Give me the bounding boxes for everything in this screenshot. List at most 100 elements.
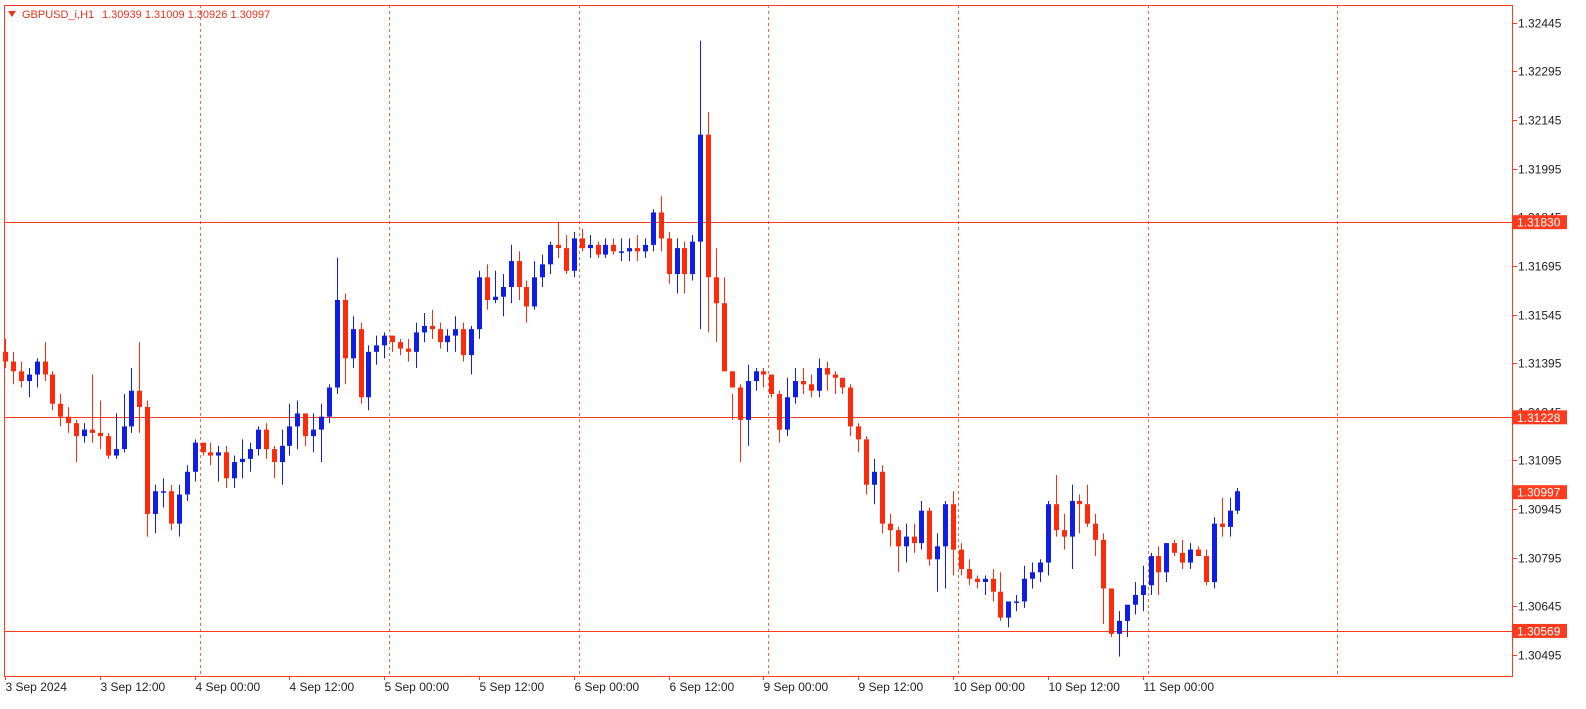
candle-body [1164,543,1169,573]
candle-body [224,452,229,479]
candle-body [272,449,277,463]
symbol-label: GBPUSD_i,H1 [22,9,94,21]
candle-body [493,296,498,300]
candle-body [311,429,316,437]
price-tick-label: 1.30945 [1518,503,1562,517]
candle-body [43,361,48,375]
candle-body [303,413,308,437]
candle-body [287,426,292,446]
candle-body [888,523,893,531]
candle-body [453,329,458,336]
level-price-badge: 1.30569 [1517,624,1561,638]
candle-body [232,462,237,479]
candle-body [1235,491,1240,511]
candle-body [295,413,300,427]
time-tick-label: 9 Sep 00:00 [764,680,829,694]
candle-body [809,384,814,391]
candle-body [730,371,735,388]
candle-body [27,374,32,382]
candle-body [90,429,95,433]
candle-body [422,325,427,333]
candle-body [1046,504,1051,563]
plot-border [4,5,1513,677]
level-price-badge: 1.31228 [1517,411,1561,425]
candle-body [137,390,142,407]
time-tick-label: 9 Sep 12:00 [859,680,924,694]
candle-body [572,238,577,271]
candle-body [129,390,134,427]
candle-body [248,449,253,459]
candle-body [390,335,395,343]
candle-body [548,244,553,265]
candle-body [35,361,40,375]
candle-body [66,416,71,424]
candle-body [1149,556,1154,586]
level-price-badge: 1.31830 [1517,216,1561,230]
candle-body [1228,510,1233,527]
candle-body [856,426,861,440]
candle-body [1030,572,1035,579]
candle-body [524,287,529,307]
candle-body [580,238,585,249]
candle-body [706,134,711,278]
candle-body [201,442,206,453]
candle-body [833,374,838,378]
candle-body [469,329,474,356]
candle-body [19,371,24,382]
collapse-triangle-icon[interactable] [8,11,16,17]
candle-body [675,248,680,275]
candle-body [50,374,55,404]
candle-body [659,212,664,239]
candle-body [603,244,608,255]
candle-body [3,351,8,362]
candle-body [556,244,561,249]
candle-body [430,325,435,330]
price-tick-label: 1.32445 [1518,17,1562,31]
candle-body [651,212,656,245]
candle-body [912,536,917,544]
candle-body [1204,556,1209,582]
price-chart[interactable]: 1.30495 1.30645 1.30795 1.30945 1.31095 1.312… [0,0,1586,709]
candle-body [216,452,221,456]
candle-body [1070,500,1075,537]
time-tick-label: 6 Sep 12:00 [670,680,735,694]
price-tick-label: 1.31395 [1518,357,1562,371]
candle-body [927,510,932,560]
candle-body [485,277,490,300]
candle-body [114,449,119,456]
price-tick-label: 1.32295 [1518,65,1562,79]
candle-body [785,397,790,430]
candle-body [1038,562,1043,573]
price-axis[interactable]: 1.30495 1.30645 1.30795 1.30945 1.31095 1.312… [1512,17,1567,663]
candle-body [1141,585,1146,595]
candle-body [943,504,948,547]
candle-body [1085,504,1090,524]
candle-body [517,261,522,288]
candle-body [596,244,601,255]
candle-body [1133,594,1138,605]
candle-body [1014,601,1019,603]
time-tick-label: 10 Sep 12:00 [1049,680,1121,694]
candle-body [540,264,545,278]
candle-body [1125,604,1130,621]
candle-body [161,491,166,493]
candle-body [825,368,830,375]
candle-body [477,277,482,330]
price-tick-label: 1.30645 [1518,600,1562,614]
candle-body [1172,543,1177,553]
time-tick-label: 10 Sep 00:00 [954,680,1026,694]
price-tick-label: 1.30495 [1518,649,1562,663]
candle-body [1077,500,1082,505]
candle-body [1093,523,1098,540]
candle-body [1196,549,1201,557]
candle-body [1156,556,1161,573]
price-tick-label: 1.32145 [1518,114,1562,128]
candle-body [698,134,703,242]
candle-body [1062,530,1067,537]
candle-body [848,387,853,427]
candle-body [919,510,924,544]
candle-body [880,471,885,524]
candle-body [975,578,980,582]
time-axis[interactable]: 3 Sep 2024 3 Sep 12:00 4 Sep 00:00 4 Sep 12… [5,676,1215,694]
candle-body [951,504,956,550]
